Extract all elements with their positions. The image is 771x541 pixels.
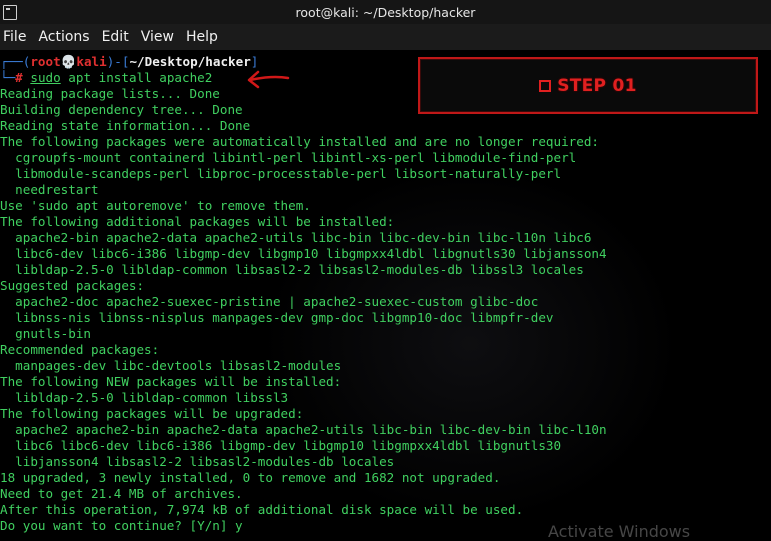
menu-actions[interactable]: Actions — [35, 29, 98, 45]
red-arrow-annotation — [247, 70, 290, 89]
command-text: apt install apache2 — [60, 70, 213, 85]
step-annotation-box: STEP 01 — [418, 57, 758, 114]
output-line: 18 upgraded, 3 newly installed, 0 to rem… — [0, 470, 501, 485]
prompt-host: kali — [76, 54, 107, 69]
command-line: └─# sudo apt install apache2 — [0, 70, 212, 86]
output-line: manpages-dev libc-devtools libsasl2-modu… — [0, 358, 342, 373]
output-line: Building dependency tree... Done — [0, 102, 243, 117]
output-line: Use 'sudo apt autoremove' to remove them… — [0, 198, 311, 213]
prompt-mid: )-[ — [106, 54, 130, 69]
output-line: apache2-bin apache2-data apache2-utils l… — [0, 230, 592, 245]
output-line: needrestart — [0, 182, 99, 197]
output-line: libnss-nis libnss-nisplus manpages-dev g… — [0, 310, 554, 325]
step-label: STEP 01 — [557, 75, 637, 96]
prompt-open: ┌──( — [0, 54, 31, 69]
menu-view[interactable]: View — [138, 29, 183, 45]
command-sudo: sudo — [30, 70, 61, 85]
menu-bar: File Actions Edit View Help — [0, 24, 771, 50]
terminal-icon — [3, 5, 17, 20]
window-title: root@kali: ~/Desktop/hacker — [295, 4, 476, 20]
output-line: libc6 libc6-dev libc6-i386 libgmp-dev li… — [0, 438, 562, 453]
output-line: Reading state information... Done — [0, 118, 251, 133]
output-line: The following NEW packages will be insta… — [0, 374, 342, 389]
checkbox-square-icon — [539, 79, 552, 92]
window-titlebar: root@kali: ~/Desktop/hacker — [0, 0, 771, 24]
output-line: libldap-2.5-0 libldap-common libssl3 — [0, 390, 289, 405]
prompt-user: root — [30, 54, 61, 69]
menu-help[interactable]: Help — [183, 29, 227, 45]
activate-windows-watermark: Activate Windows — [548, 522, 691, 541]
terminal-output[interactable]: ┌──(root💀kali)-[~/Desktop/hacker] └─# su… — [0, 54, 771, 535]
prompt-hash: # — [15, 70, 23, 85]
output-line: Do you want to continue? [Y/n] y — [0, 518, 243, 533]
menu-edit[interactable]: Edit — [99, 29, 138, 45]
prompt-path: ~/Desktop/hacker — [129, 54, 251, 69]
prompt-corner: └─ — [0, 70, 16, 85]
output-line: cgroupfs-mount containerd libintl-perl l… — [0, 150, 577, 165]
skull-icon: 💀 — [60, 54, 77, 69]
output-line: After this operation, 7,974 kB of additi… — [0, 502, 524, 517]
output-line: libjansson4 libsasl2-2 libsasl2-modules-… — [0, 454, 395, 469]
output-line: libmodule-scandeps-perl libproc-processt… — [0, 166, 562, 181]
output-line: libc6-dev libc6-i386 libgmp-dev libgmp10… — [0, 246, 607, 261]
output-line: The following packages will be upgraded: — [0, 406, 304, 421]
output-line: apache2 apache2-bin apache2-data apache2… — [0, 422, 607, 437]
output-line: Recommended packages: — [0, 342, 160, 357]
menu-file[interactable]: File — [0, 29, 35, 45]
output-line: The following packages were automaticall… — [0, 134, 599, 149]
output-line: Suggested packages: — [0, 278, 145, 293]
output-line: Need to get 21.4 MB of archives. — [0, 486, 243, 501]
prompt-header: ┌──(root💀kali)-[~/Desktop/hacker] — [0, 54, 258, 70]
output-line: The following additional packages will b… — [0, 214, 395, 229]
output-line: apache2-doc apache2-suexec-pristine | ap… — [0, 294, 539, 309]
output-line: gnutls-bin — [0, 326, 91, 341]
output-line: libldap-2.5-0 libldap-common libsasl2-2 … — [0, 262, 584, 277]
output-line: Reading package lists... Done — [0, 86, 220, 101]
